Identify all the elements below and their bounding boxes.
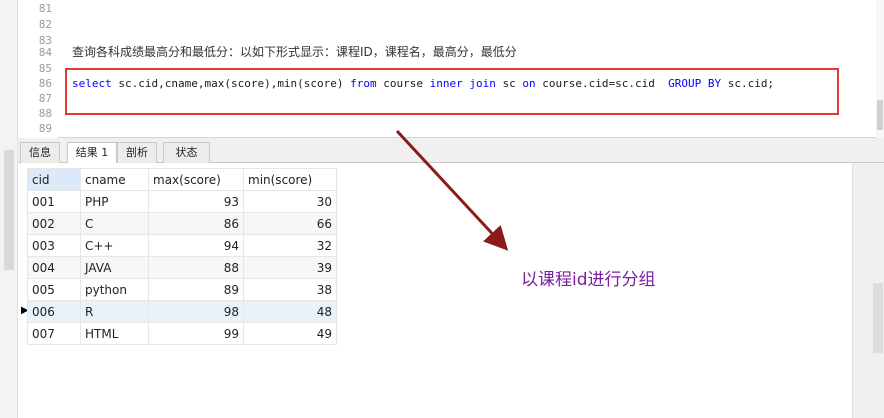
annotation-arrow (395, 129, 509, 251)
annotation-note: 以课程id进行分组 (521, 270, 656, 290)
